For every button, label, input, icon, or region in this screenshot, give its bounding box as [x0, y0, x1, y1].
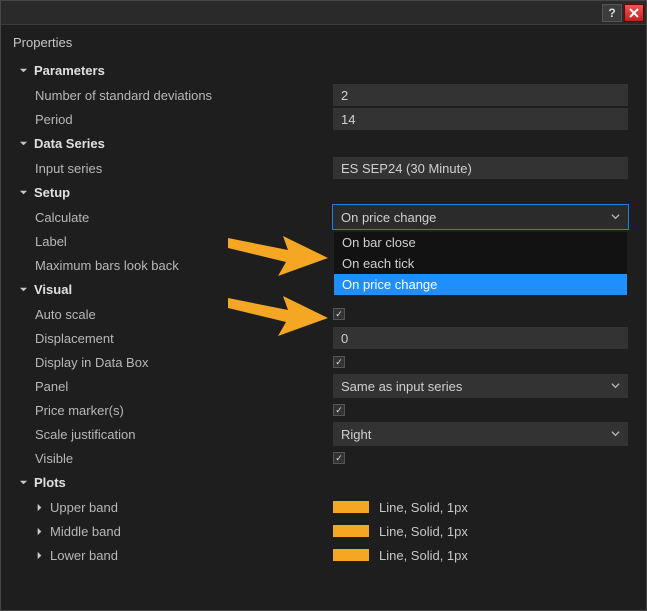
label-middle-band: Middle band: [50, 524, 121, 539]
annotation-arrow-icon: [228, 288, 328, 338]
chevron-down-icon: [611, 379, 620, 393]
row-period: Period: [13, 107, 634, 131]
dropdown-option-on-bar-close[interactable]: On bar close: [334, 232, 627, 253]
chevron-down-icon: [611, 427, 620, 441]
section-plots[interactable]: Plots: [13, 470, 634, 495]
section-label: Plots: [34, 475, 66, 490]
chevron-down-icon: [611, 210, 620, 224]
panel-title: Properties: [13, 35, 72, 50]
titlebar: ?: [1, 1, 646, 25]
row-panel: Panel Same as input series: [13, 374, 634, 398]
caret-down-icon: [19, 139, 28, 148]
checkbox-display-databox[interactable]: ✓: [333, 356, 345, 368]
caret-down-icon: [19, 66, 28, 75]
row-price-markers: Price marker(s) ✓: [13, 398, 634, 422]
checkbox-price-markers[interactable]: ✓: [333, 404, 345, 416]
section-data-series[interactable]: Data Series: [13, 131, 634, 156]
calculate-dropdown[interactable]: On bar close On each tick On price chang…: [333, 231, 628, 296]
label-lower-band: Lower band: [50, 548, 118, 563]
row-scale-just: Scale justification Right: [13, 422, 634, 446]
label-visible: Visible: [13, 451, 333, 466]
label-input-series: Input series: [13, 161, 333, 176]
label-calculate: Calculate: [13, 210, 333, 225]
plot-color-swatch: [333, 501, 369, 513]
input-period[interactable]: [333, 108, 628, 130]
plot-color-swatch: [333, 525, 369, 537]
caret-down-icon: [19, 285, 28, 294]
input-num-std[interactable]: [333, 84, 628, 106]
row-input-series: Input series ES SEP24 (30 Minute): [13, 156, 634, 180]
row-num-std: Number of standard deviations: [13, 83, 634, 107]
row-middle-band[interactable]: Middle band Line, Solid, 1px: [13, 519, 634, 543]
help-button[interactable]: ?: [602, 4, 622, 22]
properties-content: Parameters Number of standard deviations…: [1, 58, 646, 610]
checkbox-auto-scale[interactable]: ✓: [333, 308, 345, 320]
dropdown-option-on-price-change[interactable]: On price change: [334, 274, 627, 295]
row-lower-band[interactable]: Lower band Line, Solid, 1px: [13, 543, 634, 567]
caret-down-icon: [19, 478, 28, 487]
label-num-std: Number of standard deviations: [13, 88, 333, 103]
panel-header: Properties: [1, 25, 646, 58]
plot-color-swatch: [333, 549, 369, 561]
label-scale-just: Scale justification: [13, 427, 333, 442]
select-panel-value: Same as input series: [341, 379, 462, 394]
input-displacement[interactable]: [333, 327, 628, 349]
select-calculate-value: On price change: [341, 210, 436, 225]
caret-right-icon: [35, 503, 44, 512]
section-label: Data Series: [34, 136, 105, 151]
select-panel[interactable]: Same as input series: [333, 374, 628, 398]
label-display-databox: Display in Data Box: [13, 355, 333, 370]
select-calculate[interactable]: On price change: [333, 205, 628, 229]
close-button[interactable]: [624, 4, 644, 22]
label-panel: Panel: [13, 379, 333, 394]
row-calculate: Calculate On price change: [13, 205, 634, 229]
caret-right-icon: [35, 551, 44, 560]
caret-down-icon: [19, 188, 28, 197]
section-label: Visual: [34, 282, 72, 297]
plot-desc-lower: Line, Solid, 1px: [379, 548, 468, 563]
row-upper-band[interactable]: Upper band Line, Solid, 1px: [13, 495, 634, 519]
section-label: Parameters: [34, 63, 105, 78]
section-parameters[interactable]: Parameters: [13, 58, 634, 83]
checkbox-visible[interactable]: ✓: [333, 452, 345, 464]
plot-desc-upper: Line, Solid, 1px: [379, 500, 468, 515]
dropdown-option-on-each-tick[interactable]: On each tick: [334, 253, 627, 274]
label-price-markers: Price marker(s): [13, 403, 333, 418]
label-period: Period: [13, 112, 333, 127]
row-visible: Visible ✓: [13, 446, 634, 470]
caret-right-icon: [35, 527, 44, 536]
section-setup[interactable]: Setup: [13, 180, 634, 205]
close-icon: [629, 8, 639, 18]
annotation-arrow-icon: [228, 228, 328, 278]
properties-window: ? Properties Parameters Number of standa…: [0, 0, 647, 611]
label-upper-band: Upper band: [50, 500, 118, 515]
row-display-databox: Display in Data Box ✓: [13, 350, 634, 374]
plot-desc-middle: Line, Solid, 1px: [379, 524, 468, 539]
field-input-series[interactable]: ES SEP24 (30 Minute): [333, 157, 628, 179]
select-scale-just-value: Right: [341, 427, 371, 442]
section-label: Setup: [34, 185, 70, 200]
select-scale-just[interactable]: Right: [333, 422, 628, 446]
